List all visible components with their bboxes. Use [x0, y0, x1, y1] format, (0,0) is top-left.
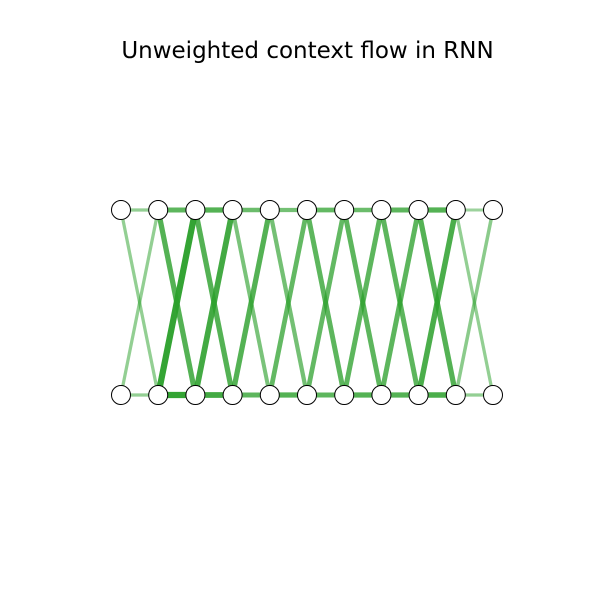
- node-bottom-3: [222, 385, 243, 405]
- node-top-3: [222, 200, 243, 220]
- node-bottom-7: [371, 385, 392, 405]
- node-top-4: [259, 200, 280, 220]
- node-top-5: [297, 200, 317, 220]
- node-bottom-0: [111, 385, 131, 405]
- node-bottom-6: [334, 385, 355, 405]
- node-top-0: [111, 200, 131, 220]
- node-top-9: [445, 200, 466, 220]
- node-bottom-2: [185, 385, 206, 405]
- nodes-layer: [111, 200, 503, 405]
- edges-layer: [119, 207, 495, 399]
- node-top-2: [185, 200, 206, 220]
- figure: Unweighted context flow in RNN: [0, 0, 600, 600]
- node-top-1: [148, 200, 169, 220]
- node-bottom-8: [408, 385, 429, 405]
- node-top-8: [408, 200, 429, 220]
- node-bottom-9: [445, 385, 466, 405]
- node-bottom-1: [148, 385, 169, 405]
- node-bottom-5: [297, 385, 317, 405]
- node-top-7: [371, 200, 392, 220]
- context-flow-diagram: [111, 200, 503, 405]
- node-bottom-10: [483, 385, 503, 405]
- node-top-10: [483, 200, 503, 220]
- node-bottom-4: [259, 385, 280, 405]
- node-top-6: [334, 200, 355, 220]
